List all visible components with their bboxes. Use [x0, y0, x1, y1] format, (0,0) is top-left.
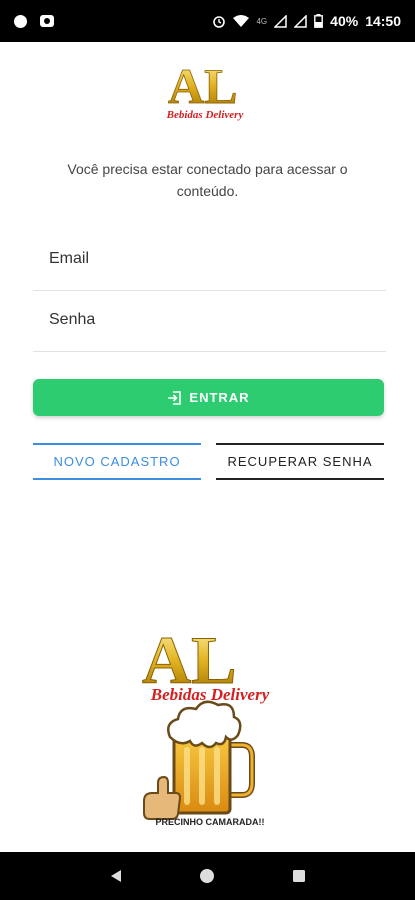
logo-letters: AL	[168, 58, 237, 114]
brand-logo-large: AL Bebidas Delivery PRECINHO CAMARADA!!	[142, 625, 270, 827]
logo-tagline: Bebidas Delivery	[166, 109, 244, 121]
app-notification-icon	[40, 15, 54, 27]
brand-logo: AL Bebidas Delivery	[166, 58, 244, 121]
recover-password-button[interactable]: RECUPERAR SENHA	[216, 443, 384, 480]
battery-percent: 40%	[330, 13, 359, 29]
login-icon	[168, 390, 182, 405]
notification-dot-icon	[14, 14, 27, 28]
enter-button[interactable]: ENTRAR	[33, 379, 384, 416]
new-register-button[interactable]: NOVO CADASTRO	[33, 443, 201, 480]
wifi-icon	[233, 14, 250, 27]
mascot-caption: PRECINHO CAMARADA!!	[156, 817, 265, 827]
recover-password-label: RECUPERAR SENHA	[227, 454, 373, 469]
battery-icon	[314, 14, 324, 28]
system-nav-bar	[0, 852, 415, 900]
alarm-icon	[213, 16, 226, 28]
login-notice: Você precisa estar conectado para acessa…	[67, 161, 348, 199]
network-type-label: 4G	[256, 16, 268, 26]
recent-square-icon[interactable]	[291, 868, 307, 884]
status-bar: 4G 40% 14:50	[0, 0, 415, 42]
signal-icon-1	[274, 14, 287, 28]
new-register-label: NOVO CADASTRO	[53, 454, 181, 469]
password-input[interactable]	[47, 310, 371, 330]
signal-icon-2	[294, 14, 307, 28]
email-field	[33, 231, 386, 291]
email-input[interactable]	[47, 249, 371, 269]
back-triangle-icon[interactable]	[108, 868, 124, 884]
clock-time: 14:50	[365, 13, 401, 29]
home-circle-icon[interactable]	[199, 868, 215, 884]
enter-button-label: ENTRAR	[189, 390, 250, 405]
password-field	[33, 292, 386, 352]
